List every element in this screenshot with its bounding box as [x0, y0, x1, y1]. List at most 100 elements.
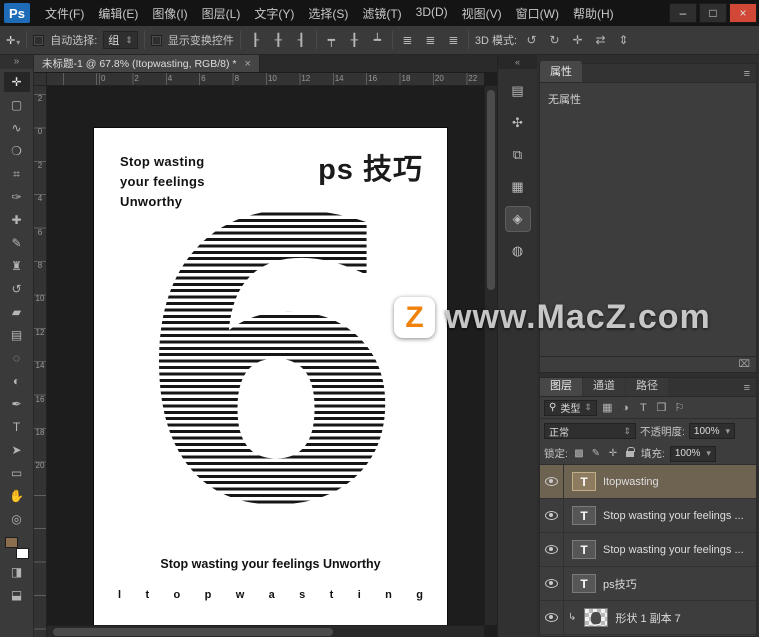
visibility-toggle[interactable] [540, 601, 564, 634]
eraser-tool[interactable]: ▰ [4, 302, 30, 322]
layer-row-stop-wasting-2[interactable]: T Stop wasting your feelings ... [540, 533, 756, 567]
distribute-right-icon[interactable]: ≣ [445, 31, 462, 49]
filter-pixel-layers-icon[interactable]: ▦ [600, 401, 615, 414]
lock-position-icon[interactable]: ✛ [607, 448, 619, 459]
panel-menu-icon[interactable]: ≡ [744, 382, 756, 396]
healing-brush-tool[interactable]: ✚ [4, 210, 30, 230]
delete-icon[interactable]: ⌧ [738, 359, 750, 370]
auto-select-dropdown[interactable]: 组 ⇕ [103, 31, 138, 49]
menu-layer[interactable]: 图层(L) [195, 5, 248, 22]
opacity-dropdown[interactable]: 100% ▾ [688, 423, 736, 439]
eyedropper-tool[interactable]: ✑ [4, 187, 30, 207]
filter-adjustment-layers-icon[interactable]: ◑ [618, 402, 633, 414]
layer-row-itopwasting[interactable]: T Itopwasting [540, 465, 756, 499]
type-tool[interactable]: T [4, 417, 30, 437]
minimize-button[interactable]: – [669, 3, 697, 23]
align-center-h-icon[interactable]: ╂ [270, 31, 287, 49]
align-center-v-icon[interactable]: ╂ [346, 31, 363, 49]
document-tab[interactable]: 未标题-1 @ 67.8% (Itopwasting, RGB/8) * × [34, 55, 260, 72]
text-layer-thumbnail[interactable]: T [572, 540, 596, 559]
quick-mask-button[interactable]: ◨ [4, 562, 30, 582]
swatches-panel-icon[interactable]: ▦ [506, 175, 530, 199]
horizontal-scrollbar[interactable] [47, 625, 484, 637]
vertical-scroll-thumb[interactable] [487, 90, 495, 290]
canvas[interactable]: Stop wasting your feelings Unworthy ps 技… [47, 86, 484, 625]
text-layer-thumbnail[interactable]: T [572, 574, 596, 593]
filter-smart-objects-icon[interactable]: ⚐ [672, 401, 687, 414]
3d-roll-icon[interactable]: ↻ [546, 31, 563, 49]
history-panel-icon[interactable]: ▤ [506, 79, 530, 103]
fill-dropdown[interactable]: 100% ▾ [669, 445, 716, 462]
text-layer-thumbnail[interactable]: T [572, 506, 596, 525]
color-swatches[interactable] [4, 537, 29, 559]
gradient-tool[interactable]: ▤ [4, 325, 30, 345]
properties-panel-icon[interactable]: ◈ [505, 207, 530, 231]
menu-image[interactable]: 图像(I) [145, 5, 194, 22]
tab-close-icon[interactable]: × [244, 58, 250, 70]
clone-source-panel-icon[interactable]: ⧉ [506, 143, 530, 167]
auto-select-checkbox[interactable] [33, 34, 45, 46]
close-button[interactable]: × [729, 3, 757, 23]
menu-select[interactable]: 选择(S) [301, 5, 355, 22]
active-tool-icon[interactable]: ✛ ▾ [6, 34, 20, 47]
lock-transparent-pixels-icon[interactable]: ▩ [573, 448, 585, 459]
dodge-tool[interactable]: ◐ [4, 371, 30, 391]
layer-row-shape-copy-7[interactable]: ↳ 形状 1 副本 7 [540, 601, 756, 635]
vertical-scrollbar[interactable] [484, 86, 497, 625]
show-transform-checkbox[interactable] [150, 34, 162, 46]
text-layer-thumbnail[interactable]: T [572, 472, 596, 491]
marquee-tool[interactable]: ▢ [4, 95, 30, 115]
distribute-left-icon[interactable]: ≣ [399, 31, 416, 49]
path-selection-tool[interactable]: ➤ [4, 440, 30, 460]
align-left-icon[interactable]: ┠ [247, 31, 264, 49]
distribute-center-icon[interactable]: ≣ [422, 31, 439, 49]
layer-row-stop-wasting-1[interactable]: T Stop wasting your feelings ... [540, 499, 756, 533]
lock-all-icon[interactable] [625, 446, 635, 457]
menu-view[interactable]: 视图(V) [455, 5, 509, 22]
shape-tool[interactable]: ▭ [4, 463, 30, 483]
menu-file[interactable]: 文件(F) [38, 5, 91, 22]
clone-stamp-tool[interactable]: ♜ [4, 256, 30, 276]
zoom-tool[interactable]: ◎ [4, 509, 30, 529]
menu-3d[interactable]: 3D(D) [409, 5, 455, 22]
maximize-button[interactable]: □ [699, 3, 727, 23]
blur-tool[interactable]: ◌ [4, 348, 30, 368]
menu-edit[interactable]: 编辑(E) [91, 5, 145, 22]
brush-tool[interactable]: ✎ [4, 233, 30, 253]
3d-scale-icon[interactable]: ⇕ [615, 31, 632, 49]
filter-type-layers-icon[interactable]: T [636, 402, 651, 414]
visibility-toggle[interactable] [540, 567, 564, 600]
shape-layer-thumbnail[interactable] [584, 608, 609, 627]
align-top-icon[interactable]: ┯ [323, 31, 340, 49]
lock-image-pixels-icon[interactable]: ✎ [590, 448, 602, 459]
menu-filter[interactable]: 滤镜(T) [355, 5, 408, 22]
crop-tool[interactable]: ⌗ [4, 164, 30, 184]
3d-slide-icon[interactable]: ⇄ [592, 31, 609, 49]
tab-paths[interactable]: 路径 [626, 378, 668, 396]
screen-mode-button[interactable]: ⬓ [4, 585, 30, 605]
visibility-toggle[interactable] [540, 465, 564, 498]
filter-shape-layers-icon[interactable]: ❒ [654, 401, 669, 414]
layer-row-ps-jiqiao[interactable]: T ps技巧 [540, 567, 756, 601]
hand-tool[interactable]: ✋ [4, 486, 30, 506]
history-brush-tool[interactable]: ↺ [4, 279, 30, 299]
tab-channels[interactable]: 通道 [583, 378, 625, 396]
quick-selection-tool[interactable]: ❍ [4, 141, 30, 161]
panel-menu-icon[interactable]: ≡ [744, 68, 756, 82]
move-tool[interactable]: ✛ [3, 72, 30, 92]
dock-expand-icon[interactable]: « [498, 55, 537, 69]
tab-properties[interactable]: 属性 [540, 61, 582, 82]
foreground-color-swatch[interactable] [4, 537, 18, 548]
align-right-icon[interactable]: ┨ [293, 31, 310, 49]
3d-drag-icon[interactable]: ✛ [569, 31, 586, 49]
lasso-tool[interactable]: ∿ [4, 118, 30, 138]
3d-rotate-icon[interactable]: ↺ [523, 31, 540, 49]
pen-tool[interactable]: ✒ [4, 394, 30, 414]
menu-type[interactable]: 文字(Y) [247, 5, 301, 22]
toolstrip-collapse-icon[interactable]: » [0, 55, 33, 69]
blend-mode-dropdown[interactable]: 正常 ⇕ [544, 423, 636, 439]
layer-filter-dropdown[interactable]: ⚲ 类型 ⇕ [544, 399, 597, 416]
align-bottom-icon[interactable]: ┷ [369, 31, 386, 49]
menu-window[interactable]: 窗口(W) [509, 5, 566, 22]
background-color-swatch[interactable] [15, 548, 29, 559]
